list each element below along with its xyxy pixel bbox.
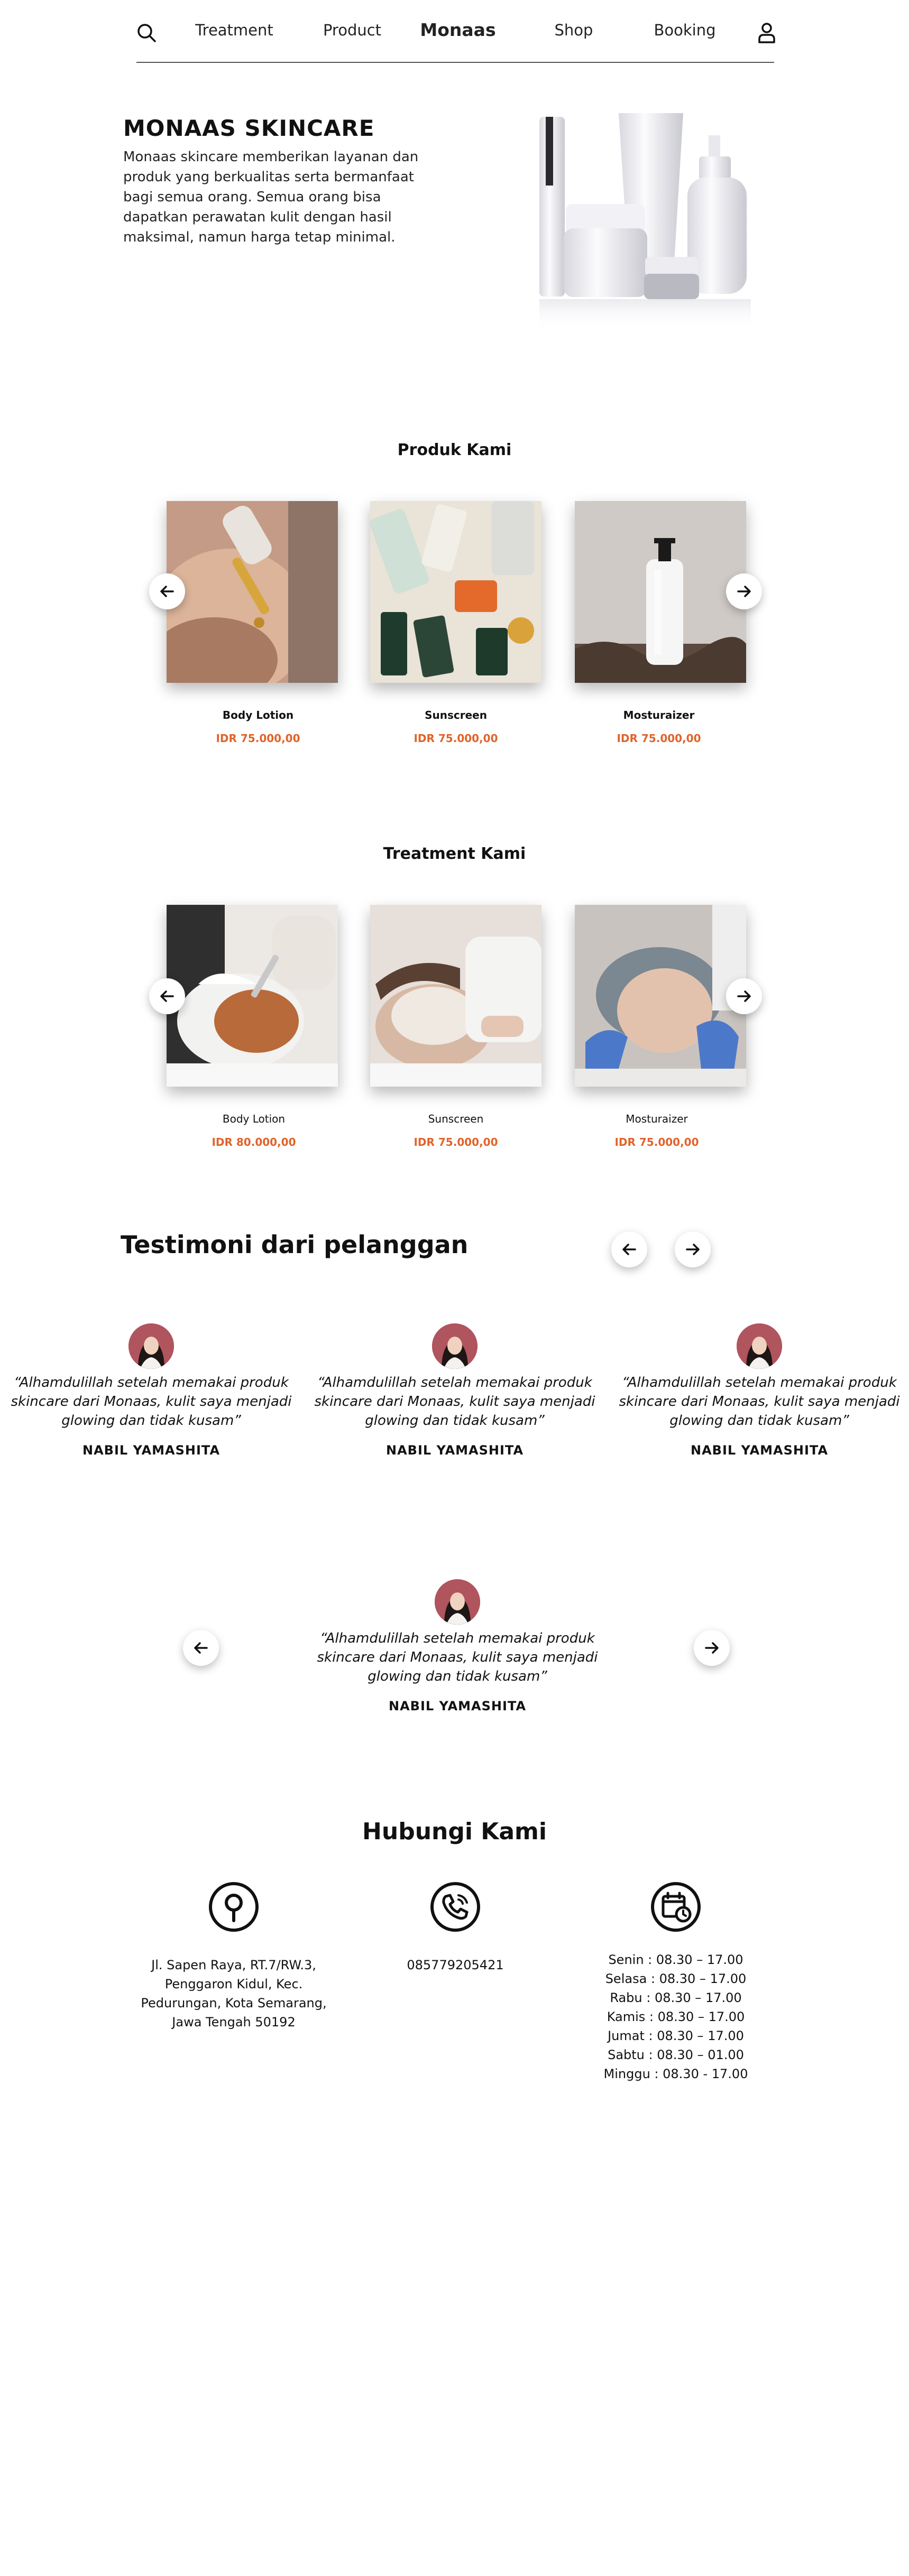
opening-hours: Senin : 08.30 – 17.00 Selasa : 08.30 – 1… [587, 1950, 765, 2083]
testimonials-title: Testimoni dari pelanggan [121, 1230, 469, 1259]
products-section-title: Produk Kami [397, 441, 512, 459]
treatment-price: IDR 80.000,00 [212, 1136, 296, 1148]
product-price: IDR 75.000,00 [617, 732, 701, 745]
testimonials-next-button[interactable] [675, 1231, 711, 1267]
product-price: IDR 75.000,00 [414, 732, 498, 745]
avatar [128, 1323, 174, 1369]
arrow-left-icon [194, 1642, 208, 1654]
treatment-card-image[interactable] [370, 905, 541, 1087]
phone-icon[interactable] [430, 1882, 481, 1932]
nav-divider [136, 62, 774, 63]
testimonial-author: NABIL YAMASHITA [385, 1443, 524, 1458]
treatment-card-image[interactable] [167, 905, 338, 1087]
nav-brand-monaas[interactable]: Monaas [420, 20, 495, 40]
testimonial-author: NABIL YAMASHITA [690, 1443, 829, 1458]
testimonial-carousel-next-button[interactable] [694, 1630, 730, 1666]
contact-phone[interactable]: 085779205421 [381, 1956, 530, 1975]
arrow-right-icon [705, 1642, 719, 1654]
arrow-left-icon [160, 586, 174, 597]
testimonial-quote: “Alhamdulillah setelah memakai produk sk… [317, 1630, 598, 1684]
hours-line: Kamis : 08.30 – 17.00 [607, 2009, 745, 2024]
hero-title: MONAAS SKINCARE [123, 115, 375, 141]
arrow-left-icon [622, 1244, 636, 1255]
product-name: Sunscreen [425, 709, 487, 721]
products-next-button[interactable] [726, 573, 762, 609]
product-price: IDR 75.000,00 [216, 732, 300, 745]
arrow-left-icon [160, 990, 174, 1002]
testimonial-author: NABIL YAMASHITA [82, 1443, 221, 1458]
nav-treatment[interactable]: Treatment [195, 21, 273, 39]
treatments-section-title: Treatment Kami [383, 845, 526, 863]
contact-section-title: Hubungi Kami [362, 1818, 547, 1845]
products-prev-button[interactable] [149, 573, 185, 609]
hero-skincare-products-image [539, 113, 751, 331]
avatar [432, 1323, 478, 1369]
user-icon[interactable] [755, 21, 778, 44]
treatment-card-image[interactable] [575, 905, 746, 1087]
search-icon[interactable] [135, 21, 158, 44]
hours-line: Sabtu : 08.30 – 01.00 [608, 2047, 744, 2062]
product-card-image[interactable] [575, 501, 746, 683]
arrow-right-icon [686, 1244, 700, 1255]
hours-line: Rabu : 08.30 – 17.00 [610, 1990, 742, 2005]
contact-address: Jl. Sapen Raya, RT.7/RW.3, Penggaron Kid… [141, 1958, 327, 2030]
treatments-next-button[interactable] [726, 978, 762, 1014]
treatments-prev-button[interactable] [149, 978, 185, 1014]
nav-product[interactable]: Product [323, 21, 381, 39]
product-card-image[interactable] [370, 501, 541, 683]
testimonial-quote: “Alhamdulillah setelah memakai produk sk… [619, 1375, 900, 1429]
product-name: Mosturaizer [623, 709, 695, 721]
product-card-image[interactable] [167, 501, 338, 683]
testimonial-carousel-prev-button[interactable] [183, 1630, 219, 1666]
treatment-name: Sunscreen [428, 1113, 484, 1125]
hours-line: Selasa : 08.30 – 17.00 [605, 1971, 747, 1986]
treatment-name: Mosturaizer [626, 1113, 688, 1125]
testimonials-prev-button[interactable] [611, 1231, 647, 1267]
treatment-name: Body Lotion [222, 1113, 286, 1125]
hours-line: Senin : 08.30 – 17.00 [608, 1952, 743, 1967]
hero-description: Monaas skincare memberikan layanan dan p… [123, 149, 419, 245]
testimonial-quote: “Alhamdulillah setelah memakai produk sk… [11, 1375, 292, 1429]
arrow-right-icon [737, 990, 751, 1002]
avatar [435, 1579, 480, 1625]
avatar [737, 1323, 782, 1369]
testimonial-quote: “Alhamdulillah setelah memakai produk sk… [314, 1375, 595, 1429]
treatment-price: IDR 75.000,00 [414, 1136, 498, 1148]
nav-shop[interactable]: Shop [555, 21, 593, 39]
location-pin-icon [209, 1882, 259, 1932]
testimonial-author: NABIL YAMASHITA [388, 1699, 527, 1713]
arrow-right-icon [737, 586, 751, 597]
nav-booking[interactable]: Booking [654, 21, 715, 39]
product-name: Body Lotion [222, 709, 294, 721]
treatment-price: IDR 75.000,00 [614, 1136, 699, 1148]
hours-line: Minggu : 08.30 - 17.00 [603, 2067, 748, 2081]
hours-line: Jumat : 08.30 – 17.00 [608, 2028, 744, 2043]
calendar-clock-icon [651, 1882, 701, 1932]
